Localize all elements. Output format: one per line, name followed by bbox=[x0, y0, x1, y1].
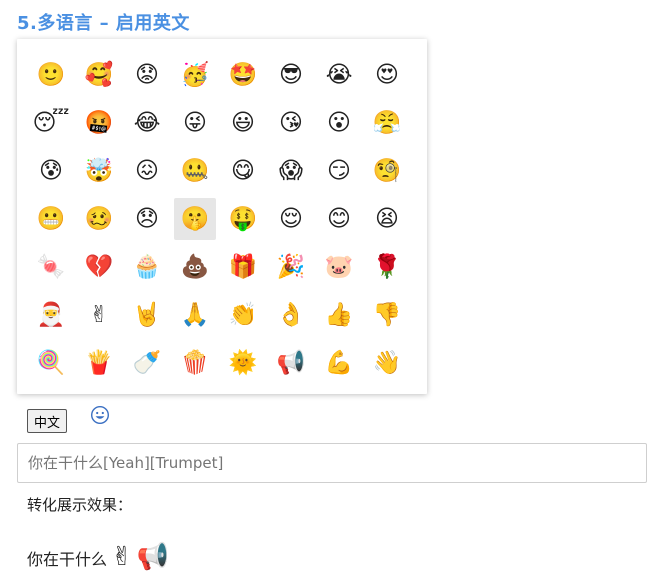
result-label: 转化展示效果： bbox=[27, 496, 133, 514]
emoji-loudly-crying-face-icon[interactable]: 😭 bbox=[318, 54, 360, 96]
emoji-anxious-sweat-face-icon[interactable]: 😰 bbox=[30, 150, 72, 192]
emoji-victory-hand-icon[interactable]: ✌ bbox=[78, 294, 120, 336]
emoji-screaming-face-icon[interactable]: 😱 bbox=[270, 150, 312, 192]
result-text: 你在干什么 bbox=[27, 550, 108, 569]
emoji-thumbs-down-icon[interactable]: 👎 bbox=[366, 294, 408, 336]
emoji-thumbs-up-icon[interactable]: 👍 bbox=[318, 294, 360, 336]
emoji-santa-icon[interactable]: 🎅 bbox=[30, 294, 72, 336]
emoji-sun-with-face-icon[interactable]: 🌞 bbox=[222, 342, 264, 384]
emoji-picker-panel: 🙂 🥰 😟 🥳 🤩 😎 😭 😍 😴 🤬 😂 😜 😃 😘 😮 😤 😰 🤯 😖 🤐 😋 😱 😏 🧐 😬 🥴 😞 🤫 🤑 😌 😊 😫 🍬 💔 🧁 💩 🎁 🎉 🐷 🌹… bbox=[17, 39, 427, 394]
emoji-clapping-hands-icon[interactable]: 👏 bbox=[222, 294, 264, 336]
emoji-folded-hands-icon[interactable]: 🙏 bbox=[174, 294, 216, 336]
emoji-relieved-face-icon[interactable]: 😌 bbox=[270, 198, 312, 240]
emoji-tears-of-joy-face-icon[interactable]: 😂 bbox=[126, 102, 168, 144]
emoji-rose-icon[interactable]: 🌹 bbox=[366, 246, 408, 288]
page-title: 5.多语言 – 启用英文 bbox=[17, 13, 190, 34]
emoji-worried-face-icon[interactable]: 😟 bbox=[126, 54, 168, 96]
emoji-waving-hand-icon[interactable]: 👋 bbox=[366, 342, 408, 384]
emoji-wrapped-gift-icon[interactable]: 🎁 bbox=[222, 246, 264, 288]
emoji-smirking-face-icon[interactable]: 😏 bbox=[318, 150, 360, 192]
emoji-hushed-face-icon[interactable]: 😮 bbox=[318, 102, 360, 144]
emoji-pig-face-icon[interactable]: 🐷 bbox=[318, 246, 360, 288]
emoji-money-mouth-face-icon[interactable]: 🤑 bbox=[222, 198, 264, 240]
victory-hand-icon: ✌ bbox=[111, 542, 133, 572]
emoji-french-fries-icon[interactable]: 🍟 bbox=[78, 342, 120, 384]
emoji-pile-of-poo-icon[interactable]: 💩 bbox=[174, 246, 216, 288]
megaphone-icon: 📢 bbox=[136, 542, 170, 572]
emoji-lollipop-icon[interactable]: 🍭 bbox=[30, 342, 72, 384]
language-toggle-button[interactable]: 中文 bbox=[27, 409, 68, 433]
emoji-cursing-face-icon[interactable]: 🤬 bbox=[78, 102, 120, 144]
emoji-baby-bottle-icon[interactable]: 🍼 bbox=[126, 342, 168, 384]
smiling-face-icon[interactable] bbox=[90, 405, 110, 425]
emoji-shushing-face-icon[interactable]: 🤫 bbox=[174, 198, 216, 240]
emoji-megaphone-icon[interactable]: 📢 bbox=[270, 342, 312, 384]
emoji-heart-eyes-face-icon[interactable]: 😍 bbox=[366, 54, 408, 96]
emoji-star-struck-icon[interactable]: 🤩 bbox=[222, 54, 264, 96]
emoji-partying-face-icon[interactable]: 🥳 bbox=[174, 54, 216, 96]
message-input[interactable] bbox=[17, 443, 647, 483]
emoji-exploding-head-icon[interactable]: 🤯 bbox=[78, 150, 120, 192]
emoji-yum-face-icon[interactable]: 😋 bbox=[222, 150, 264, 192]
emoji-cupcake-icon[interactable]: 🧁 bbox=[126, 246, 168, 288]
emoji-popcorn-icon[interactable]: 🍿 bbox=[174, 342, 216, 384]
emoji-monocle-face-icon[interactable]: 🧐 bbox=[366, 150, 408, 192]
emoji-confounded-face-icon[interactable]: 😖 bbox=[126, 150, 168, 192]
emoji-steam-nose-face-icon[interactable]: 😤 bbox=[366, 102, 408, 144]
emoji-zipper-mouth-face-icon[interactable]: 🤐 bbox=[174, 150, 216, 192]
emoji-slightly-smiling-face-icon[interactable]: 🙂 bbox=[30, 54, 72, 96]
emoji-broken-heart-icon[interactable]: 💔 bbox=[78, 246, 120, 288]
emoji-face-blowing-kiss-icon[interactable]: 😘 bbox=[270, 102, 312, 144]
emoji-grimacing-face-icon[interactable]: 😬 bbox=[30, 198, 72, 240]
result-preview: 你在干什么 ✌ 📢 bbox=[27, 530, 169, 570]
emoji-tired-face-icon[interactable]: 😫 bbox=[366, 198, 408, 240]
emoji-sunglasses-face-icon[interactable]: 😎 bbox=[270, 54, 312, 96]
emoji-rock-on-hand-icon[interactable]: 🤘 bbox=[126, 294, 168, 336]
emoji-candy-cane-icon[interactable]: 🍬 bbox=[30, 246, 72, 288]
emoji-smiling-blush-face-icon[interactable]: 😊 bbox=[318, 198, 360, 240]
emoji-woozy-face-icon[interactable]: 🥴 bbox=[78, 198, 120, 240]
emoji-smiling-face-with-hearts-icon[interactable]: 🥰 bbox=[78, 54, 120, 96]
emoji-ok-hand-icon[interactable]: 👌 bbox=[270, 294, 312, 336]
emoji-grid: 🙂 🥰 😟 🥳 🤩 😎 😭 😍 😴 🤬 😂 😜 😃 😘 😮 😤 😰 🤯 😖 🤐 😋 😱 😏 🧐 😬 🥴 😞 🤫 🤑 😌 😊 😫 🍬 💔 🧁 💩 🎁 🎉 🐷 🌹… bbox=[27, 51, 411, 387]
emoji-party-popper-icon[interactable]: 🎉 bbox=[270, 246, 312, 288]
emoji-flexed-biceps-icon[interactable]: 💪 bbox=[318, 342, 360, 384]
emoji-winking-tongue-face-icon[interactable]: 😜 bbox=[174, 102, 216, 144]
emoji-disappointed-face-icon[interactable]: 😞 bbox=[126, 198, 168, 240]
emoji-grinning-face-icon[interactable]: 😃 bbox=[222, 102, 264, 144]
emoji-sleeping-face-icon[interactable]: 😴 bbox=[30, 102, 72, 144]
